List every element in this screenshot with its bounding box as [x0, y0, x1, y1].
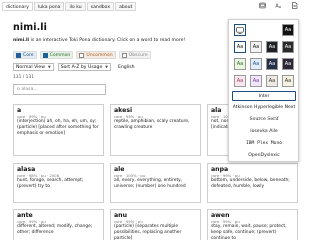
word-definition: all, every, everything, entirety, univer… — [114, 178, 186, 189]
checkbox-core[interactable] — [16, 52, 21, 58]
theme-navy-swatch[interactable]: Aa — [266, 58, 278, 70]
tab-ilo-ku[interactable]: ilo ku — [65, 1, 86, 11]
theme-settings-panel: Aa Aa Aa Aa Aa Aa Aa Aa Aa Aa Aa Aa Aa I… — [228, 19, 299, 162]
font-option-atkinson[interactable]: Atkinson Hyperlegible Next — [232, 102, 296, 112]
word-title: akesi — [114, 107, 133, 114]
theme-cream-swatch[interactable]: Aa — [282, 75, 294, 87]
theme-pink-swatch[interactable]: Aa — [234, 75, 246, 87]
word-card[interactable]: alasa core · 98% · pu · 2008 hunt, forag… — [13, 163, 104, 203]
text-size-icon[interactable]: Aa — [275, 2, 282, 9]
usage-filters: Core Common Uncommon Obscure — [13, 51, 151, 59]
checkbox-obscure[interactable] — [121, 52, 127, 58]
checkbox-common[interactable] — [42, 52, 48, 58]
word-title: anpa — [211, 166, 229, 173]
filter-obscure[interactable]: Obscure — [118, 51, 151, 59]
word-title: awen — [211, 212, 230, 219]
theme-plum-swatch[interactable]: Aa — [282, 58, 294, 70]
filter-core[interactable]: Core — [13, 51, 37, 59]
theme-light-swatch[interactable]: Aa — [234, 41, 246, 53]
filter-uncommon[interactable]: Uncommon — [76, 51, 116, 59]
font-option-iosevka[interactable]: Iosevka Aile — [232, 126, 296, 136]
search-input[interactable]: o alasa... — [13, 84, 106, 95]
theme-blue-swatch[interactable]: Aa — [250, 58, 262, 70]
view-select[interactable]: Normal View ▼ — [13, 63, 54, 71]
word-card[interactable]: ale core · 100% · pu all, every, everyth… — [110, 163, 201, 203]
font-option-source-serif[interactable]: Source Serif — [232, 114, 296, 124]
view-controls: Normal View ▼ Sort A-Z by Usage ▼ English — [13, 63, 135, 71]
sort-select[interactable]: Sort A-Z by Usage ▼ — [57, 63, 111, 71]
chevron-down-icon: ▼ — [47, 65, 51, 69]
filter-common[interactable]: Common — [39, 51, 74, 59]
theme-dark-swatch[interactable]: Aa — [282, 24, 294, 36]
page-title: nimi.li — [13, 22, 47, 33]
word-card[interactable]: anu core · 99% · pu (particle) [separate… — [110, 209, 201, 240]
word-definition: (interjection) ah, oh, ha, eh, um, oy; (… — [17, 119, 99, 136]
filter-uncommon-label: Uncommon — [86, 52, 113, 58]
filter-common-label: Common — [49, 52, 71, 58]
svg-text:a: a — [279, 5, 281, 9]
word-definition: stay, remain, wait, pause; protect, keep… — [211, 224, 287, 240]
theme-grey-swatch[interactable]: Aa — [250, 41, 262, 53]
tab-sandbox[interactable]: sandbox — [86, 1, 115, 11]
language-select[interactable]: English — [118, 65, 135, 70]
word-definition: reptile, amphibian, scaly creature, craw… — [114, 119, 190, 130]
intro-site-name: nimi.li — [13, 38, 30, 43]
word-card[interactable]: a core · 99% · pu (interjection) ah, oh,… — [13, 104, 104, 156]
sort-select-value: Sort A-Z by Usage — [60, 64, 103, 70]
file-icon[interactable] — [291, 2, 298, 9]
theme-charcoal-swatch[interactable]: Aa — [266, 41, 278, 53]
palette-icon[interactable] — [259, 2, 266, 9]
font-option-ibm-plex-mono[interactable]: IBM Plex Mono — [232, 138, 296, 148]
word-definition: hunt, forage, search, attempt; (prevert)… — [17, 178, 84, 189]
word-title: anu — [114, 212, 127, 219]
word-definition: different, altered; modify, change; othe… — [17, 224, 93, 235]
font-option-inter[interactable]: Inter — [232, 91, 296, 101]
tab-about[interactable]: about — [115, 1, 137, 11]
word-card[interactable]: ante core · 99% · pu different, altered;… — [13, 209, 104, 240]
top-icons: Aa — [259, 2, 298, 9]
filter-core-label: Core — [23, 52, 34, 58]
font-option-opendyslexic[interactable]: OpenDyslexic — [232, 150, 296, 160]
theme-lavender-swatch[interactable]: Aa — [250, 75, 262, 87]
word-definition: (particle) [separates multiple possibili… — [114, 224, 182, 240]
tab-dictionary[interactable]: dictionary — [2, 1, 33, 11]
theme-green-swatch[interactable]: Aa — [234, 58, 246, 70]
word-count: 131 / 131 — [13, 75, 35, 80]
tab-luka-pona[interactable]: luka pona — [33, 1, 65, 11]
intro-description: is an interactive Toki Pona dictionary. … — [29, 38, 186, 43]
monitor-icon — [236, 26, 244, 34]
chevron-down-icon: ▼ — [105, 65, 108, 69]
checkbox-uncommon[interactable] — [79, 52, 85, 58]
intro-text: nimi.li is an interactive Toki Pona dict… — [13, 38, 185, 43]
view-select-value: Normal View — [16, 64, 45, 70]
filter-obscure-label: Obscure — [128, 52, 148, 58]
word-card[interactable]: awen core · 99% · pu stay, remain, wait,… — [207, 209, 298, 240]
theme-auto-button[interactable] — [234, 24, 246, 36]
word-title: a — [17, 107, 22, 114]
word-definition: bottom, underside, below, beneath; defea… — [211, 178, 290, 189]
theme-sand-swatch[interactable]: Aa — [266, 75, 278, 87]
word-title: alasa — [17, 166, 36, 173]
word-title: ale — [114, 166, 125, 173]
theme-black-swatch[interactable]: Aa — [282, 41, 294, 53]
word-card[interactable]: anpa core · 99% · pu bottom, underside, … — [207, 163, 298, 203]
word-title: ante — [17, 212, 33, 219]
word-card[interactable]: akesi core · 99% · pu reptile, amphibian… — [110, 104, 201, 156]
